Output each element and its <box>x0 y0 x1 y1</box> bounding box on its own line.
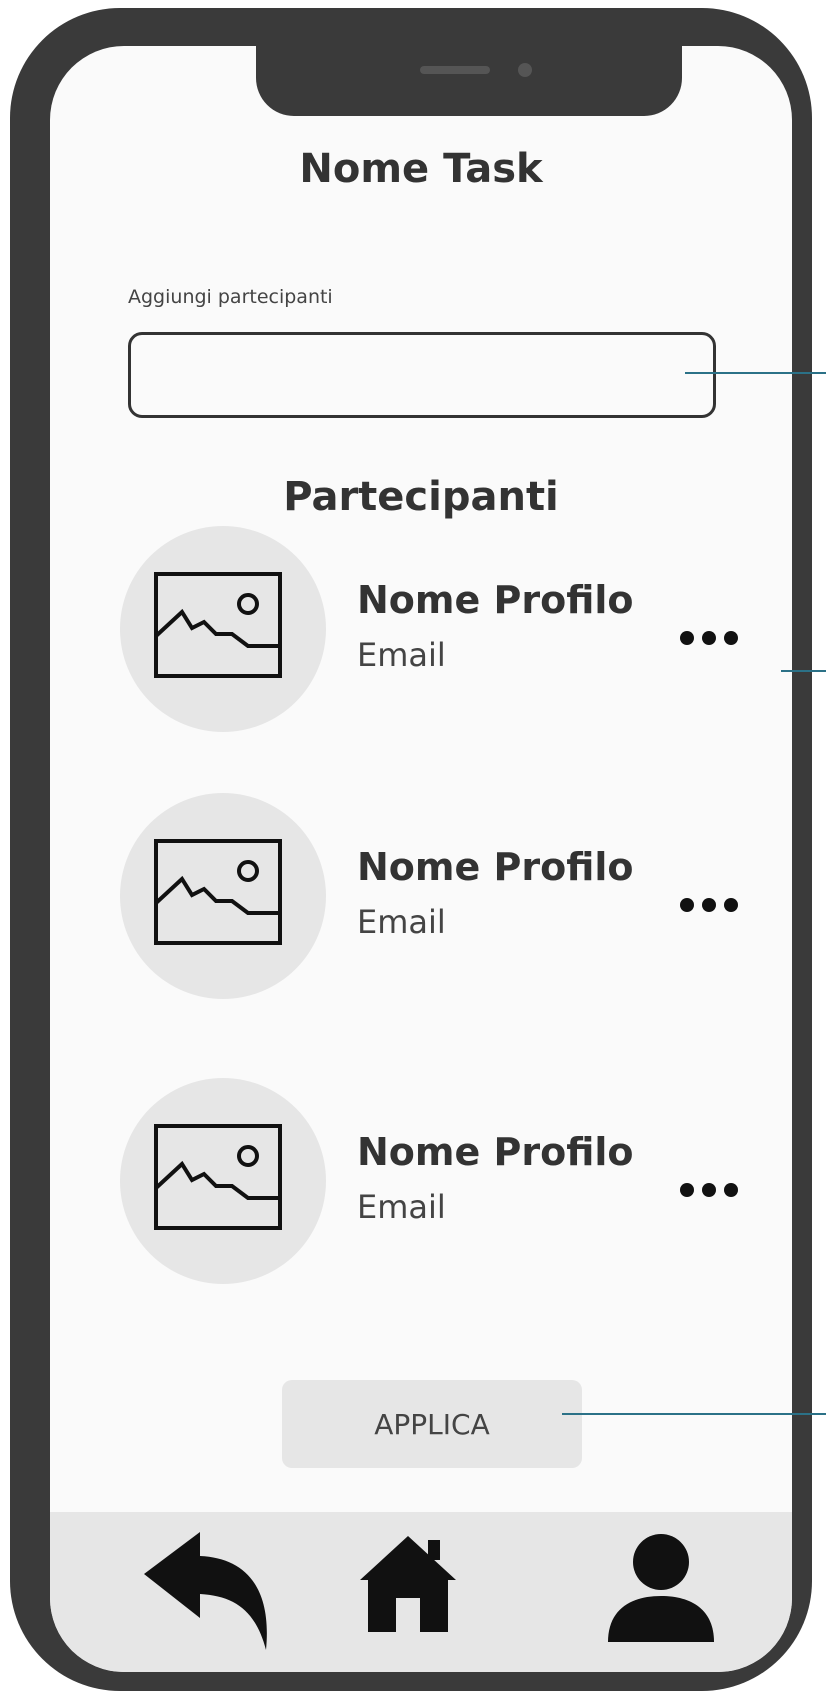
avatar <box>120 1078 326 1284</box>
profile-name: Nome Profilo <box>357 845 634 889</box>
phone-notch <box>256 46 682 116</box>
profile-name: Nome Profilo <box>357 1130 634 1174</box>
more-options-icon[interactable] <box>680 626 752 650</box>
nav-profile[interactable] <box>606 1532 716 1648</box>
profile-email: Email <box>357 903 446 941</box>
participants-input[interactable] <box>128 332 716 418</box>
profile-email: Email <box>357 636 446 674</box>
nav-home[interactable] <box>358 1534 458 1638</box>
page-title: Nome Task <box>299 146 543 192</box>
nav-back[interactable] <box>142 1530 272 1656</box>
apply-button[interactable]: APPLICA <box>282 1380 582 1468</box>
participants-input-label: Aggiungi partecipanti <box>128 286 333 308</box>
more-options-icon[interactable] <box>680 1178 752 1202</box>
app-screen: Nome Task Aggiungi partecipanti Partecip… <box>50 46 792 1672</box>
phone-frame: Nome Task Aggiungi partecipanti Partecip… <box>10 8 812 1691</box>
participant-row: Nome Profilo Email <box>120 1078 760 1286</box>
profile-name: Nome Profilo <box>357 578 634 622</box>
image-placeholder-icon <box>154 572 282 678</box>
back-arrow-icon <box>144 1532 267 1650</box>
participant-row: Nome Profilo Email <box>120 526 760 734</box>
avatar <box>120 526 326 732</box>
avatar <box>120 793 326 999</box>
speaker-icon <box>420 66 490 74</box>
image-placeholder-icon <box>154 839 282 945</box>
home-icon <box>360 1536 456 1632</box>
profile-email: Email <box>357 1188 446 1226</box>
camera-icon <box>518 63 532 77</box>
participants-section-title: Partecipanti <box>283 474 559 520</box>
bottom-navigation-bar <box>50 1512 792 1672</box>
annotation-connector-line <box>781 670 826 672</box>
user-icon <box>608 1534 714 1642</box>
more-options-icon[interactable] <box>680 893 752 917</box>
image-placeholder-icon <box>154 1124 282 1230</box>
annotation-connector-line <box>562 1413 826 1415</box>
annotation-connector-line <box>685 372 826 374</box>
participant-row: Nome Profilo Email <box>120 793 760 1001</box>
